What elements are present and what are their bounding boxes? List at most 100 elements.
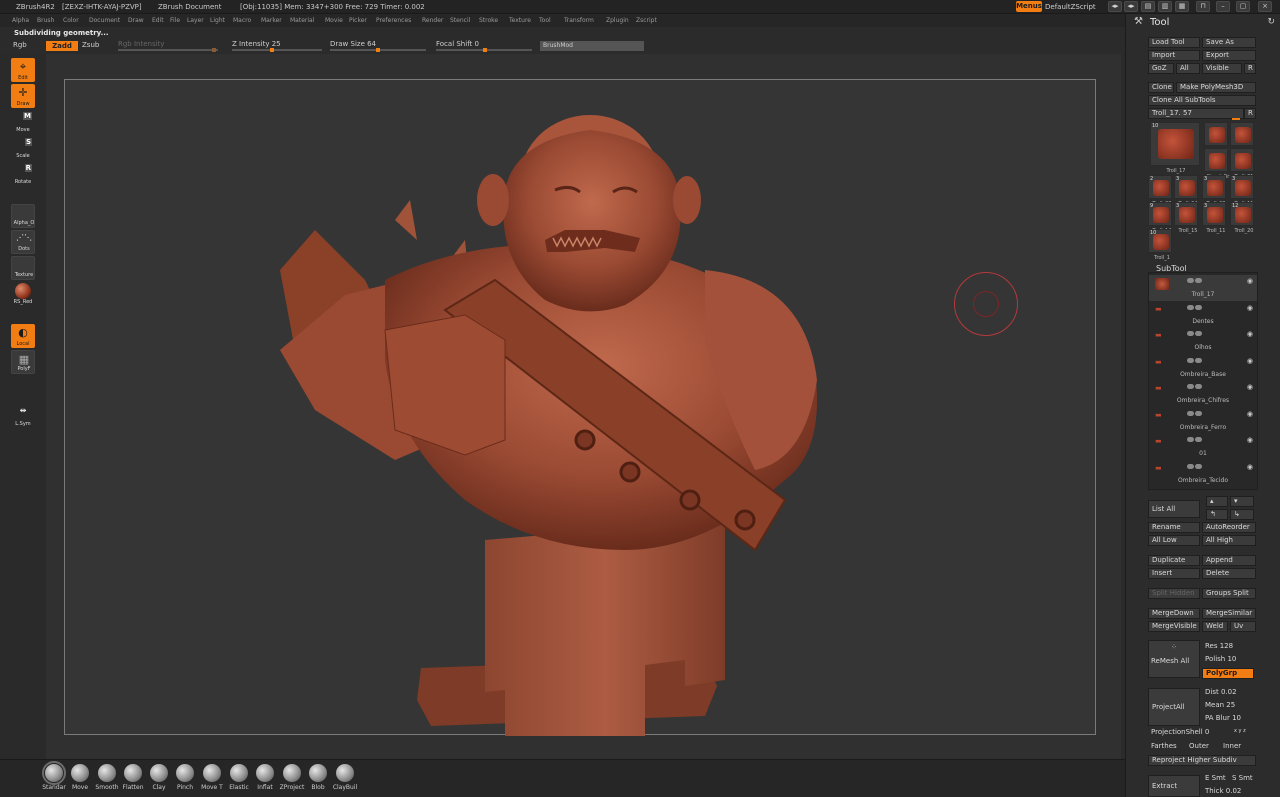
brush-flatten[interactable]: Flatten	[121, 762, 145, 791]
thick-slider[interactable]: Thick 0.02	[1205, 787, 1241, 795]
move-down-icon[interactable]: ▾	[1230, 496, 1254, 507]
menu-transform[interactable]: Transform	[564, 17, 594, 24]
subtool-row-troll-17[interactable]: ◉ Troll_17	[1149, 275, 1257, 301]
brush-zproject[interactable]: ZProject	[280, 762, 304, 791]
subtool-row-01[interactable]: ▬ ◉ 01	[1149, 434, 1257, 460]
rgb-intensity-track[interactable]	[118, 49, 218, 51]
r-button[interactable]: R	[1244, 63, 1256, 74]
lock-icon[interactable]: ⊓	[1196, 1, 1210, 12]
z-intensity-track[interactable]	[232, 49, 322, 51]
menu-zplugin[interactable]: Zplugin	[606, 17, 629, 24]
xyz-toggle[interactable]: x y z	[1234, 728, 1246, 734]
troll-bust-model[interactable]	[65, 80, 1097, 736]
load-tool-button[interactable]: Load Tool	[1148, 37, 1200, 48]
subtool-toggle[interactable]	[1195, 304, 1202, 310]
scale-button[interactable]: S Scale	[11, 136, 35, 160]
focal-shift-slider[interactable]: Focal Shift 0	[436, 40, 479, 48]
rename-button[interactable]: Rename	[1148, 522, 1200, 533]
delete-button[interactable]: Delete	[1202, 568, 1256, 579]
minimize-icon[interactable]: –	[1216, 1, 1230, 12]
subtool-toggle[interactable]	[1187, 437, 1194, 442]
default-zscript[interactable]: DefaultZScript	[1045, 3, 1096, 11]
layout-icon[interactable]: ▤	[1141, 1, 1155, 12]
subtool-row-ombreira-chifres[interactable]: ▬ ◉ Ombreira_Chifres	[1149, 381, 1257, 407]
r-button-2[interactable]: R	[1244, 108, 1256, 119]
eye-icon[interactable]: ◉	[1247, 383, 1253, 391]
projection-shell-slider[interactable]: ProjectionShell 0	[1151, 728, 1209, 736]
clone-button[interactable]: Clone	[1148, 82, 1174, 93]
subtool-toggle[interactable]	[1195, 278, 1202, 283]
menu-preferences[interactable]: Preferences	[376, 17, 411, 24]
brush-inflat[interactable]: Inflat	[253, 762, 277, 791]
split-hidden-button[interactable]: Split Hidden	[1148, 588, 1200, 599]
autoreorder-button[interactable]: AutoReorder	[1202, 522, 1256, 533]
menu-movie[interactable]: Movie	[325, 17, 343, 24]
eye-icon[interactable]: ◉	[1247, 330, 1253, 338]
eye-icon[interactable]: ◉	[1247, 357, 1253, 365]
menu-document[interactable]: Document	[89, 17, 120, 24]
tool-thumb-4[interactable]: Troll_01	[1230, 148, 1254, 180]
rgb-button[interactable]: Rgb	[13, 41, 27, 49]
subtool-row-dentes[interactable]: ▬ ◉ Dentes	[1149, 302, 1257, 328]
menu-alpha[interactable]: Alpha	[12, 17, 29, 24]
mean-slider[interactable]: Mean 25	[1205, 701, 1235, 709]
tool-thumb-9[interactable]: 9Troll_14	[1148, 202, 1172, 234]
menu-draw[interactable]: Draw	[128, 17, 144, 24]
stroke-dots-button[interactable]: ⋰⋱ Dots	[11, 230, 35, 254]
rgb-intensity-slider[interactable]: Rgb Intensity	[118, 40, 164, 48]
merge-down-button[interactable]: MergeDown	[1148, 608, 1200, 619]
tool-thumb-3[interactable]: SimpleBr	[1204, 148, 1229, 180]
groups-split-button[interactable]: Groups Split	[1202, 588, 1256, 599]
brush-claybuil[interactable]: ClayBuil	[333, 762, 357, 791]
menu-light[interactable]: Light	[210, 17, 225, 24]
weld-button[interactable]: Weld	[1202, 621, 1228, 632]
subtool-toggle[interactable]	[1187, 410, 1194, 416]
brush-move-t[interactable]: Move T	[200, 762, 224, 791]
rotate-button[interactable]: R Rotate	[11, 162, 35, 186]
current-tool-slider[interactable]: Troll_17. 57	[1148, 108, 1244, 119]
eye-icon[interactable]: ◉	[1247, 463, 1253, 471]
menu-material[interactable]: Material	[290, 17, 314, 24]
subtool-row-olhos[interactable]: ▬ ◉ Olhos	[1149, 328, 1257, 354]
insert-button[interactable]: Insert	[1148, 568, 1200, 579]
eye-icon[interactable]: ◉	[1247, 304, 1253, 312]
tool-thumb-0[interactable]: 10 Troll_17	[1150, 122, 1200, 174]
menu-texture[interactable]: Texture	[509, 17, 531, 24]
edit-button[interactable]: ⌖ Edit	[11, 58, 35, 82]
inner-button[interactable]: Inner	[1223, 742, 1241, 750]
subtool-toggle[interactable]	[1195, 463, 1202, 469]
layout-icon-2[interactable]: ▥	[1158, 1, 1172, 12]
move-up-icon[interactable]: ▴	[1206, 496, 1228, 507]
save-as-button[interactable]: Save As	[1202, 37, 1256, 48]
all-button[interactable]: All	[1176, 63, 1200, 74]
tool-thumb-1[interactable]: Cylinder	[1204, 122, 1228, 154]
alpha-button[interactable]: Alpha_O	[11, 204, 35, 228]
maximize-icon[interactable]: ▢	[1236, 1, 1250, 12]
goz-button[interactable]: GoZ	[1148, 63, 1174, 74]
brush-move[interactable]: Move	[68, 762, 92, 791]
zsub-button[interactable]: Zsub	[82, 41, 99, 49]
tool-thumb-12[interactable]: 12 Troll_20	[1230, 202, 1254, 234]
refresh-icon[interactable]: ↻	[1267, 17, 1275, 27]
eye-icon[interactable]: ◉	[1247, 277, 1253, 285]
menu-stroke[interactable]: Stroke	[479, 17, 498, 24]
all-low-button[interactable]: All Low	[1148, 535, 1200, 546]
tool-thumb-13[interactable]: 10 Troll_1	[1148, 229, 1172, 261]
menu-brush[interactable]: Brush	[37, 17, 54, 24]
subtool-toggle[interactable]	[1187, 384, 1194, 389]
draw-size-knob[interactable]	[376, 48, 380, 52]
local-button[interactable]: ◐ Local	[11, 324, 35, 348]
brush-smooth[interactable]: Smooth	[95, 762, 119, 791]
subtool-row-ombreira-tecido[interactable]: ▬ ◉ Ombreira_Tecido	[1149, 461, 1257, 487]
subtool-row-ombreira-ferro[interactable]: ▬ ◉ Ombreira_Ferro	[1149, 408, 1257, 434]
menu-edit[interactable]: Edit	[152, 17, 164, 24]
brush-pinch[interactable]: Pinch	[173, 762, 197, 791]
menu-macro[interactable]: Macro	[233, 17, 251, 24]
tool-thumb-7[interactable]: 3Troll_08	[1202, 175, 1226, 207]
menu-picker[interactable]: Picker	[349, 17, 367, 24]
menu-zscript[interactable]: Zscript	[636, 17, 657, 24]
subtool-toggle[interactable]	[1195, 384, 1202, 389]
tool-thumb-8[interactable]: 3Troll_11	[1230, 175, 1254, 207]
zadd-button[interactable]: Zadd	[46, 41, 78, 51]
res-slider[interactable]: Res 128	[1205, 642, 1233, 650]
